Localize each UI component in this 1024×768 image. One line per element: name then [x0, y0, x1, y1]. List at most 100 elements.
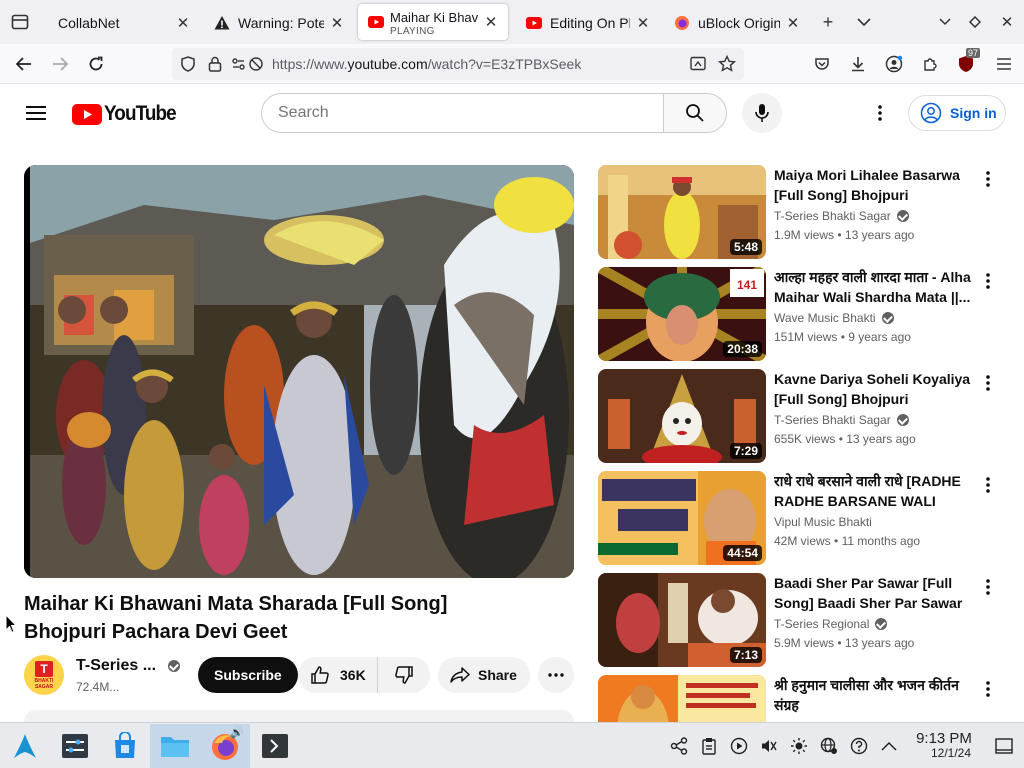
- recommendation-title[interactable]: श्री हनुमान चालीसा और भजन कीर्तन संग्रह: [774, 675, 974, 715]
- forward-button[interactable]: [42, 48, 78, 80]
- voice-search-button[interactable]: [742, 93, 782, 133]
- search-box[interactable]: [261, 93, 664, 133]
- recommendation-channel[interactable]: Wave Music Bhakti: [774, 311, 894, 325]
- extensions-button[interactable]: [912, 48, 948, 80]
- menu-button[interactable]: [986, 48, 1022, 80]
- channel-name[interactable]: T-Series ...: [76, 657, 156, 675]
- more-actions-button[interactable]: [538, 657, 574, 693]
- taskbar-store-app[interactable]: [100, 724, 150, 768]
- recommendation-channel[interactable]: T-Series Bhakti Sagar: [774, 413, 909, 427]
- downloads-button[interactable]: [840, 48, 876, 80]
- recommendation-title[interactable]: Maiya Mori Lihalee Basarwa [Full Song] B…: [774, 165, 974, 205]
- tab-title: Editing On Pho: [550, 15, 630, 31]
- tab-collabnet[interactable]: CollabNet ✕: [44, 5, 200, 41]
- more-vertical-button[interactable]: [978, 473, 998, 497]
- tab-title: CollabNet: [58, 15, 120, 31]
- video-thumbnail[interactable]: 44:54: [598, 471, 766, 565]
- tab-maihar-active[interactable]: Maihar Ki Bhav PLAYING ✕: [358, 4, 508, 40]
- back-button[interactable]: [6, 48, 42, 80]
- recommendation-title[interactable]: Baadi Sher Par Sawar [Full Song] Baadi S…: [774, 573, 974, 613]
- recommendation-title[interactable]: आल्हा महहर वाली शारदा माता - Alha Maihar…: [774, 267, 974, 307]
- tray-clock[interactable]: 9:13 PM 12/1/24: [904, 724, 984, 768]
- subscribe-button[interactable]: Subscribe: [198, 657, 298, 693]
- recommendation-item[interactable]: 7:13 Baadi Sher Par Sawar [Full Song] Ba…: [598, 573, 998, 667]
- show-desktop-button[interactable]: [984, 724, 1024, 768]
- close-icon[interactable]: ✕: [634, 14, 652, 32]
- more-vertical-button[interactable]: [978, 167, 998, 191]
- youtube-logo[interactable]: YouTube: [72, 102, 184, 126]
- taskbar-terminal[interactable]: [250, 724, 300, 768]
- tray-help[interactable]: [844, 724, 874, 768]
- minimize-button[interactable]: [930, 0, 960, 44]
- tray-expand-button[interactable]: [874, 724, 904, 768]
- tray-brightness[interactable]: [784, 724, 814, 768]
- url-text[interactable]: https://www.youtube.com/watch?v=E3zTPBxS…: [272, 56, 581, 72]
- recommendation-item[interactable]: 7:29 Kavne Dariya Soheli Koyaliya [Full …: [598, 369, 998, 463]
- channel-avatar[interactable]: T BHAKTI SAGAR: [24, 655, 64, 695]
- tray-clipboard[interactable]: [694, 724, 724, 768]
- new-tab-button[interactable]: +: [810, 0, 846, 44]
- close-icon[interactable]: ✕: [784, 14, 802, 32]
- more-vertical-button[interactable]: [978, 575, 998, 599]
- recommendation-item[interactable]: 141 20:38 आल्हा महहर वाली शारदा माता - A…: [598, 267, 998, 361]
- tab-list-button[interactable]: [0, 0, 40, 44]
- search-input[interactable]: [278, 104, 648, 122]
- dislike-button[interactable]: [378, 657, 430, 693]
- more-vertical-button[interactable]: [978, 269, 998, 293]
- recommendation-channel[interactable]: T-Series Bhakti Sagar: [774, 209, 909, 223]
- tab-ublock[interactable]: uBlock Origin - ✕: [660, 5, 810, 41]
- close-icon[interactable]: ✕: [174, 14, 192, 32]
- taskbar-settings-app[interactable]: [50, 724, 100, 768]
- search-button[interactable]: [663, 93, 727, 133]
- close-window-button[interactable]: ✕: [990, 0, 1024, 44]
- recommendation-item[interactable]: श्री हनुमान चालीसा और भजन कीर्तन संग्रह: [598, 675, 998, 722]
- tray-volume[interactable]: [754, 724, 784, 768]
- help-icon: [850, 737, 868, 754]
- video-player[interactable]: [24, 165, 574, 578]
- maximize-button[interactable]: [960, 0, 990, 44]
- tab-list-icon: [11, 14, 29, 30]
- pocket-button[interactable]: [804, 48, 840, 80]
- video-thumbnail[interactable]: 141 20:38: [598, 267, 766, 361]
- app-launcher-button[interactable]: [0, 724, 50, 768]
- recommendation-item[interactable]: 44:54 राधे राधे बरसाने वाली राधे [RADHE …: [598, 471, 998, 565]
- ublock-button[interactable]: 97: [948, 48, 984, 80]
- tray-network[interactable]: [814, 724, 844, 768]
- lock-icon[interactable]: [208, 56, 222, 72]
- recommendation-title[interactable]: Kavne Dariya Soheli Koyaliya [Full Song]…: [774, 369, 974, 409]
- video-thumbnail[interactable]: 7:13: [598, 573, 766, 667]
- reader-view-icon[interactable]: [690, 56, 708, 72]
- close-icon[interactable]: ✕: [328, 14, 346, 32]
- bookmark-star-icon[interactable]: [718, 55, 736, 73]
- taskbar-firefox[interactable]: 🔊: [200, 723, 250, 768]
- more-vertical-button[interactable]: [978, 677, 998, 701]
- taskbar-file-manager[interactable]: [150, 723, 200, 768]
- video-thumbnail[interactable]: 7:29: [598, 369, 766, 463]
- share-button[interactable]: Share: [438, 657, 530, 693]
- recommendation-item[interactable]: 5:48 Maiya Mori Lihalee Basarwa [Full So…: [598, 165, 998, 259]
- sign-in-button[interactable]: Sign in: [908, 95, 1006, 131]
- list-all-tabs-button[interactable]: [846, 0, 882, 44]
- settings-more-button[interactable]: [868, 101, 892, 125]
- video-thumbnail[interactable]: [598, 675, 766, 722]
- recommendation-channel[interactable]: Vipul Music Bhakti: [774, 515, 872, 529]
- like-button[interactable]: 36K: [298, 657, 378, 693]
- channel-name-row[interactable]: T-Series ...: [76, 657, 181, 675]
- reload-button[interactable]: [78, 48, 114, 80]
- tab-editing[interactable]: Editing On Pho ✕: [512, 5, 660, 41]
- permissions-icon[interactable]: [232, 56, 266, 72]
- shield-icon[interactable]: [180, 56, 196, 72]
- more-vertical-button[interactable]: [978, 371, 998, 395]
- video-thumbnail[interactable]: 5:48: [598, 165, 766, 259]
- url-bar[interactable]: https://www.youtube.com/watch?v=E3zTPBxS…: [172, 48, 744, 80]
- tray-media-player[interactable]: [724, 724, 754, 768]
- tray-network-share[interactable]: [664, 724, 694, 768]
- recommendation-meta: 1.9M views • 13 years ago: [774, 228, 915, 242]
- tab-warning[interactable]: Warning: Poter ✕: [200, 5, 354, 41]
- recommendation-channel[interactable]: T-Series Regional: [774, 617, 888, 631]
- upload-age: 13 years ago: [844, 228, 915, 242]
- close-icon[interactable]: ✕: [482, 13, 500, 31]
- account-button[interactable]: [876, 48, 912, 80]
- recommendation-title[interactable]: राधे राधे बरसाने वाली राधे [RADHE RADHE …: [774, 471, 974, 511]
- guide-menu-button[interactable]: [22, 101, 50, 125]
